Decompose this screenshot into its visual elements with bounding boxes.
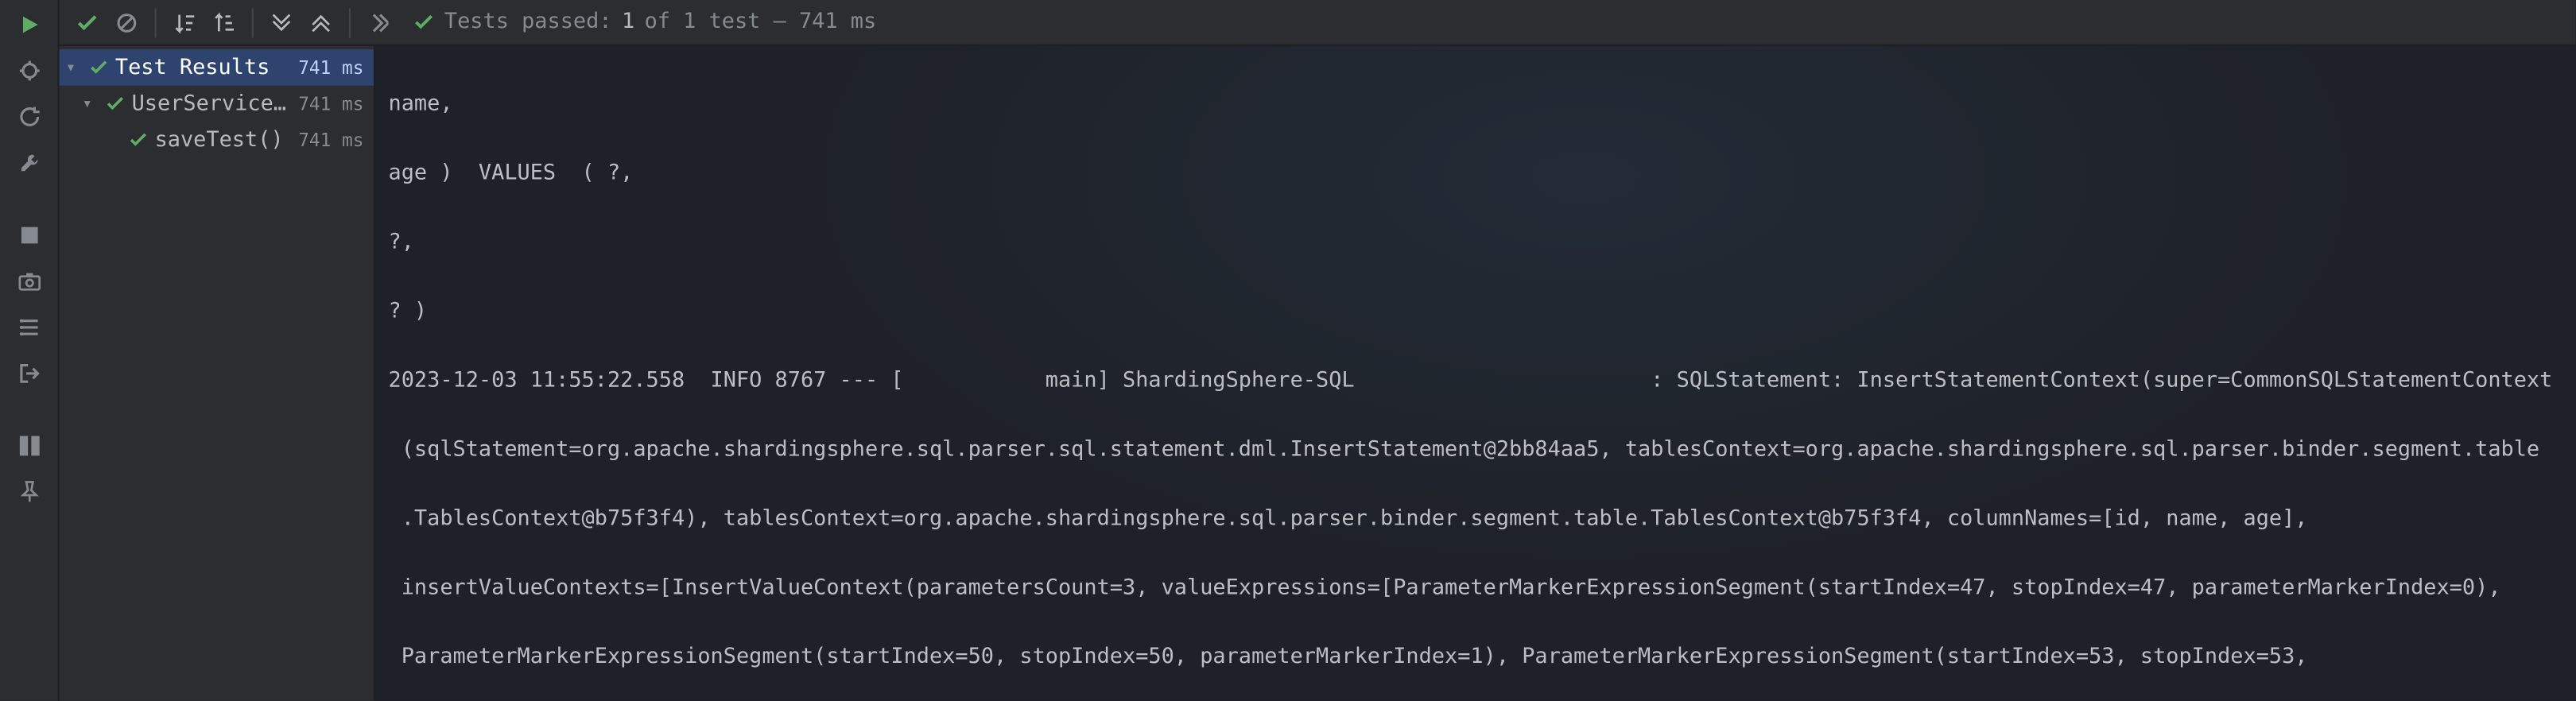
check-icon — [86, 57, 112, 77]
check-icon — [102, 94, 128, 114]
log-line: .TablesContext@b75f3f4), tablesContext=o… — [389, 502, 2562, 536]
log-line: ?, — [389, 226, 2562, 260]
wrench-icon[interactable] — [14, 148, 44, 177]
camera-icon[interactable] — [14, 266, 44, 296]
test-toolbar: Tests passed: 1 of 1 test – 741 ms — [60, 0, 2576, 46]
collapse-icon[interactable] — [303, 4, 339, 41]
layout-icon[interactable] — [14, 431, 44, 460]
console-output[interactable]: name, age ) VALUES ( ?, ?, ? ) 2023-12-0… — [375, 46, 2576, 701]
log-line: name, — [389, 87, 2562, 122]
refresh-icon[interactable] — [14, 102, 44, 131]
log-line: ? ) — [389, 295, 2562, 329]
status-count: 1 — [622, 10, 634, 34]
check-icon — [413, 11, 435, 33]
stack-icon[interactable] — [14, 312, 44, 342]
show-passed-icon[interactable] — [69, 4, 106, 41]
sort-up-icon[interactable] — [206, 4, 242, 41]
tree-label: Test Results — [112, 55, 298, 79]
tree-time: 741 ms — [298, 129, 367, 150]
tree-root[interactable]: ▾ Test Results 741 ms — [60, 49, 374, 86]
exit-icon[interactable] — [14, 358, 44, 388]
tree-time: 741 ms — [298, 56, 367, 78]
log-line: (sqlStatement=org.apache.shardingsphere.… — [389, 432, 2562, 467]
test-tree: ▾ Test Results 741 ms ▾ UserServiceTest … — [60, 46, 375, 701]
log-line: age ) VALUES ( ?, — [389, 157, 2562, 191]
log-line: ParameterMarkerExpressionSegment(startIn… — [389, 640, 2562, 674]
debug-icon[interactable] — [14, 56, 44, 85]
tree-method[interactable]: saveTest() 741 ms — [60, 122, 374, 158]
expand-icon[interactable] — [263, 4, 300, 41]
chevron-down-icon[interactable]: ▾ — [83, 95, 103, 113]
run-icon[interactable] — [14, 10, 44, 39]
log-line: insertValueContexts=[InsertValueContext(… — [389, 571, 2562, 605]
show-ignored-icon[interactable] — [109, 4, 145, 41]
tree-time: 741 ms — [298, 93, 367, 114]
status-suffix: of 1 test – 741 ms — [645, 10, 877, 34]
sort-down-icon[interactable] — [166, 4, 203, 41]
pin-icon[interactable] — [14, 477, 44, 506]
log-line: 2023-12-03 11:55:22.558 INFO 8767 --- [ … — [389, 363, 2562, 397]
stop-icon[interactable] — [14, 220, 44, 250]
status-prefix: Tests passed: — [444, 10, 612, 34]
chevron-right-icon[interactable] — [360, 4, 397, 41]
tool-window-gutter — [0, 0, 60, 701]
test-status-bar: Tests passed: 1 of 1 test – 741 ms — [413, 10, 877, 34]
tree-class[interactable]: ▾ UserServiceTest 741 ms — [60, 86, 374, 122]
chevron-down-icon[interactable]: ▾ — [66, 58, 86, 76]
check-icon — [125, 130, 151, 150]
tree-label: UserServiceTest — [128, 91, 298, 116]
tree-label: saveTest() — [151, 127, 298, 152]
